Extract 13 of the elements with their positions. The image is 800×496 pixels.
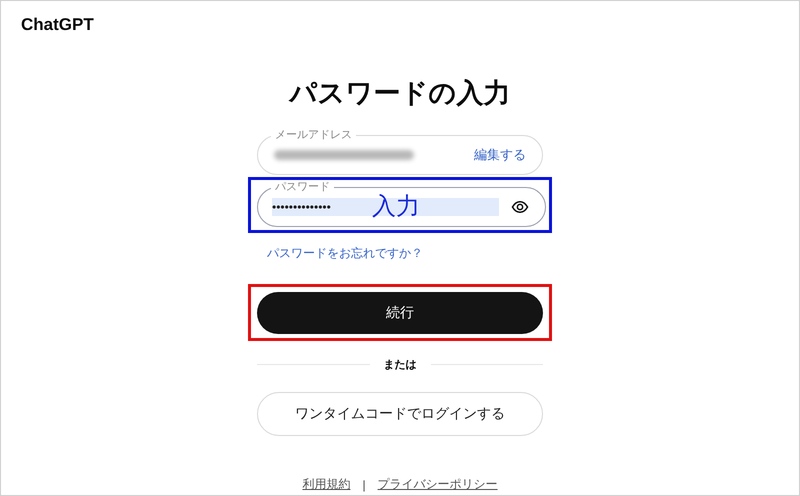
terms-link[interactable]: 利用規約 xyxy=(302,476,350,493)
one-time-code-button[interactable]: ワンタイムコードでログインする xyxy=(257,392,543,436)
divider-text: または xyxy=(384,358,416,372)
page-title: パスワードの入力 xyxy=(290,77,510,110)
field-label: パスワード xyxy=(271,180,334,194)
eye-icon[interactable] xyxy=(511,198,529,216)
separator: | xyxy=(362,478,366,492)
continue-button[interactable]: 続行 xyxy=(257,292,543,334)
privacy-link[interactable]: プライバシーポリシー xyxy=(378,476,498,493)
edit-link[interactable]: 編集する xyxy=(474,146,526,164)
field-label: メールアドレス xyxy=(271,128,356,142)
brand-logo: ChatGPT xyxy=(20,14,95,36)
forgot-password-link[interactable]: パスワードをお忘れですか？ xyxy=(267,245,423,262)
